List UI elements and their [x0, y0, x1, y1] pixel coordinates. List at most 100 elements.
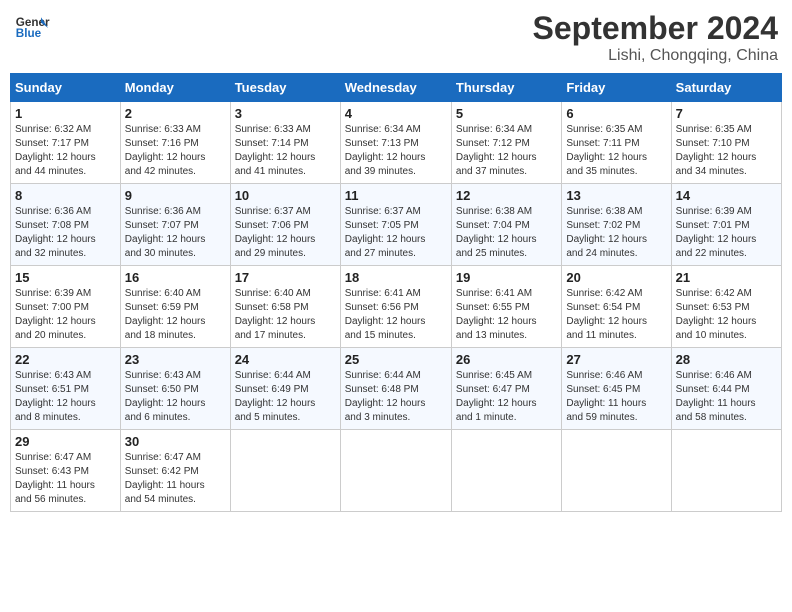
calendar-cell: 4 Sunrise: 6:34 AM Sunset: 7:13 PM Daylig… — [340, 102, 451, 184]
weekday-header-saturday: Saturday — [671, 74, 781, 102]
day-info: Sunrise: 6:47 AM Sunset: 6:42 PM Dayligh… — [125, 451, 226, 507]
day-number: 28 — [676, 352, 777, 367]
calendar-cell — [671, 430, 781, 512]
day-number: 18 — [345, 270, 447, 285]
day-info: Sunrise: 6:36 AM Sunset: 7:07 PM Dayligh… — [125, 205, 226, 261]
day-number: 26 — [456, 352, 557, 367]
calendar-cell: 26Sunrise: 6:45 AM Sunset: 6:47 PM Dayli… — [451, 348, 561, 430]
calendar-cell — [230, 430, 340, 512]
weekday-header-sunday: Sunday — [11, 74, 121, 102]
calendar-cell: 6 Sunrise: 6:35 AM Sunset: 7:11 PM Daylig… — [562, 102, 671, 184]
day-number: 13 — [566, 188, 666, 203]
day-info: Sunrise: 6:34 AM Sunset: 7:12 PM Dayligh… — [456, 123, 557, 179]
logo: General Blue — [14, 10, 50, 46]
day-info: Sunrise: 6:34 AM Sunset: 7:13 PM Dayligh… — [345, 123, 447, 179]
calendar-cell: 10 Sunrise: 6:37 AM Sunset: 7:06 PM Dayli… — [230, 184, 340, 266]
calendar-cell: 21 Sunrise: 6:42 AM Sunset: 6:53 PM Dayli… — [671, 266, 781, 348]
day-number: 15 — [15, 270, 116, 285]
calendar-cell: 20 Sunrise: 6:42 AM Sunset: 6:54 PM Dayli… — [562, 266, 671, 348]
day-info: Sunrise: 6:39 AM Sunset: 7:00 PM Dayligh… — [15, 287, 116, 343]
calendar-cell: 24 Sunrise: 6:44 AM Sunset: 6:49 PM Dayli… — [230, 348, 340, 430]
day-number: 5 — [456, 106, 557, 121]
day-info: Sunrise: 6:37 AM Sunset: 7:06 PM Dayligh… — [235, 205, 336, 261]
day-number: 4 — [345, 106, 447, 121]
day-number: 14 — [676, 188, 777, 203]
calendar-cell: 28 Sunrise: 6:46 AM Sunset: 6:44 PM Dayli… — [671, 348, 781, 430]
day-number: 21 — [676, 270, 777, 285]
weekday-header-row: SundayMondayTuesdayWednesdayThursdayFrid… — [11, 74, 782, 102]
day-info: Sunrise: 6:38 AM Sunset: 7:02 PM Dayligh… — [566, 205, 666, 261]
calendar-cell: 30 Sunrise: 6:47 AM Sunset: 6:42 PM Dayli… — [120, 430, 230, 512]
day-info: Sunrise: 6:43 AM Sunset: 6:50 PM Dayligh… — [125, 369, 226, 425]
calendar-cell: 18 Sunrise: 6:41 AM Sunset: 6:56 PM Dayli… — [340, 266, 451, 348]
calendar-cell: 27 Sunrise: 6:46 AM Sunset: 6:45 PM Dayli… — [562, 348, 671, 430]
calendar-cell: 12 Sunrise: 6:38 AM Sunset: 7:04 PM Dayli… — [451, 184, 561, 266]
day-info: Sunrise: 6:43 AM Sunset: 6:51 PM Dayligh… — [15, 369, 116, 425]
day-number: 23 — [125, 352, 226, 367]
day-number: 8 — [15, 188, 116, 203]
day-number: 3 — [235, 106, 336, 121]
week-row-4: 22 Sunrise: 6:43 AM Sunset: 6:51 PM Dayli… — [11, 348, 782, 430]
title-block: September 2024 Lishi, Chongqing, China — [533, 10, 778, 65]
day-info: Sunrise: 6:35 AM Sunset: 7:11 PM Dayligh… — [566, 123, 666, 179]
day-number: 29 — [15, 434, 116, 449]
logo-icon: General Blue — [14, 10, 50, 46]
day-number: 6 — [566, 106, 666, 121]
day-number: 27 — [566, 352, 666, 367]
calendar-cell: 5 Sunrise: 6:34 AM Sunset: 7:12 PM Daylig… — [451, 102, 561, 184]
day-number: 25 — [345, 352, 447, 367]
day-number: 24 — [235, 352, 336, 367]
calendar-cell — [562, 430, 671, 512]
svg-text:Blue: Blue — [16, 27, 42, 40]
calendar-cell: 2Sunrise: 6:33 AM Sunset: 7:16 PM Daylig… — [120, 102, 230, 184]
calendar-cell: 17Sunrise: 6:40 AM Sunset: 6:58 PM Dayli… — [230, 266, 340, 348]
day-number: 12 — [456, 188, 557, 203]
day-number: 1 — [15, 106, 116, 121]
day-number: 30 — [125, 434, 226, 449]
day-info: Sunrise: 6:32 AM Sunset: 7:17 PM Dayligh… — [15, 123, 116, 179]
calendar-cell: 14 Sunrise: 6:39 AM Sunset: 7:01 PM Dayli… — [671, 184, 781, 266]
day-number: 10 — [235, 188, 336, 203]
weekday-header-wednesday: Wednesday — [340, 74, 451, 102]
day-info: Sunrise: 6:44 AM Sunset: 6:48 PM Dayligh… — [345, 369, 447, 425]
calendar-cell: 15 Sunrise: 6:39 AM Sunset: 7:00 PM Dayli… — [11, 266, 121, 348]
day-info: Sunrise: 6:35 AM Sunset: 7:10 PM Dayligh… — [676, 123, 777, 179]
calendar-cell: 16 Sunrise: 6:40 AM Sunset: 6:59 PM Dayli… — [120, 266, 230, 348]
day-info: Sunrise: 6:39 AM Sunset: 7:01 PM Dayligh… — [676, 205, 777, 261]
day-info: Sunrise: 6:42 AM Sunset: 6:54 PM Dayligh… — [566, 287, 666, 343]
day-number: 7 — [676, 106, 777, 121]
day-info: Sunrise: 6:38 AM Sunset: 7:04 PM Dayligh… — [456, 205, 557, 261]
calendar-cell: 3 Sunrise: 6:33 AM Sunset: 7:14 PM Daylig… — [230, 102, 340, 184]
calendar-cell: 19Sunrise: 6:41 AM Sunset: 6:55 PM Dayli… — [451, 266, 561, 348]
month-title: September 2024 — [533, 10, 778, 47]
calendar-table: SundayMondayTuesdayWednesdayThursdayFrid… — [10, 73, 782, 512]
weekday-header-monday: Monday — [120, 74, 230, 102]
day-info: Sunrise: 6:33 AM Sunset: 7:14 PM Dayligh… — [235, 123, 336, 179]
calendar-cell — [451, 430, 561, 512]
day-info: Sunrise: 6:44 AM Sunset: 6:49 PM Dayligh… — [235, 369, 336, 425]
day-number: 17 — [235, 270, 336, 285]
day-number: 9 — [125, 188, 226, 203]
day-number: 22 — [15, 352, 116, 367]
weekday-header-friday: Friday — [562, 74, 671, 102]
day-info: Sunrise: 6:41 AM Sunset: 6:56 PM Dayligh… — [345, 287, 447, 343]
day-info: Sunrise: 6:46 AM Sunset: 6:44 PM Dayligh… — [676, 369, 777, 425]
day-info: Sunrise: 6:42 AM Sunset: 6:53 PM Dayligh… — [676, 287, 777, 343]
day-info: Sunrise: 6:46 AM Sunset: 6:45 PM Dayligh… — [566, 369, 666, 425]
day-number: 20 — [566, 270, 666, 285]
day-number: 2 — [125, 106, 226, 121]
calendar-cell: 22 Sunrise: 6:43 AM Sunset: 6:51 PM Dayli… — [11, 348, 121, 430]
day-info: Sunrise: 6:47 AM Sunset: 6:43 PM Dayligh… — [15, 451, 116, 507]
calendar-cell: 29 Sunrise: 6:47 AM Sunset: 6:43 PM Dayli… — [11, 430, 121, 512]
calendar-cell — [340, 430, 451, 512]
day-info: Sunrise: 6:40 AM Sunset: 6:59 PM Dayligh… — [125, 287, 226, 343]
day-number: 16 — [125, 270, 226, 285]
week-row-5: 29 Sunrise: 6:47 AM Sunset: 6:43 PM Dayli… — [11, 430, 782, 512]
calendar-cell: 11Sunrise: 6:37 AM Sunset: 7:05 PM Dayli… — [340, 184, 451, 266]
calendar-cell: 9 Sunrise: 6:36 AM Sunset: 7:07 PM Daylig… — [120, 184, 230, 266]
weekday-header-tuesday: Tuesday — [230, 74, 340, 102]
location: Lishi, Chongqing, China — [533, 47, 778, 65]
day-info: Sunrise: 6:37 AM Sunset: 7:05 PM Dayligh… — [345, 205, 447, 261]
week-row-1: 1 Sunrise: 6:32 AM Sunset: 7:17 PM Daylig… — [11, 102, 782, 184]
page-header: General Blue September 2024 Lishi, Chong… — [10, 10, 782, 65]
